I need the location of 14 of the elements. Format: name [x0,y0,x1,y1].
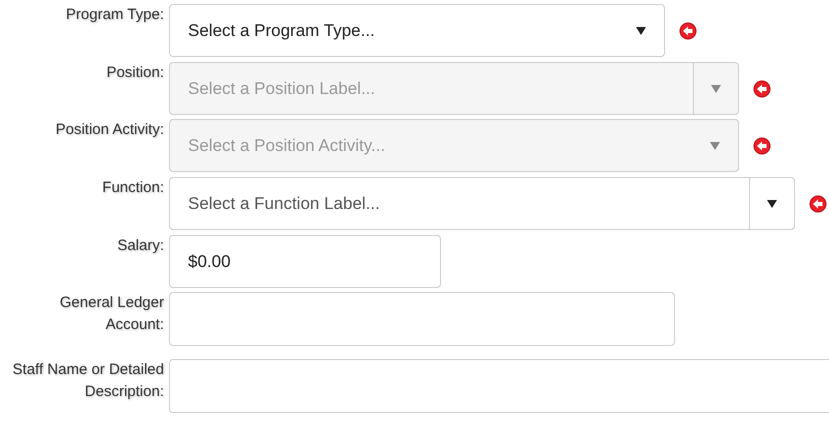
field-label: Salary: [116,236,164,256]
field-label: General Ledger Account: [58,293,164,335]
field-label: Program Type: [64,5,164,25]
dropdown[interactable]: Select a Program Type... [169,4,665,57]
field-label: Position: [105,63,164,83]
dropdown[interactable]: Select a Function Label... [169,177,795,230]
field-label: Function: [101,178,164,198]
caret-icon [767,200,777,208]
field-label: Position Activity: [54,120,164,140]
caret-icon [711,84,721,92]
caret-icon [636,26,646,34]
field-label: Staff Name or Detailed Description: [12,360,164,402]
input-field[interactable]: $0.00 [169,235,441,288]
caret-icon [710,142,720,150]
